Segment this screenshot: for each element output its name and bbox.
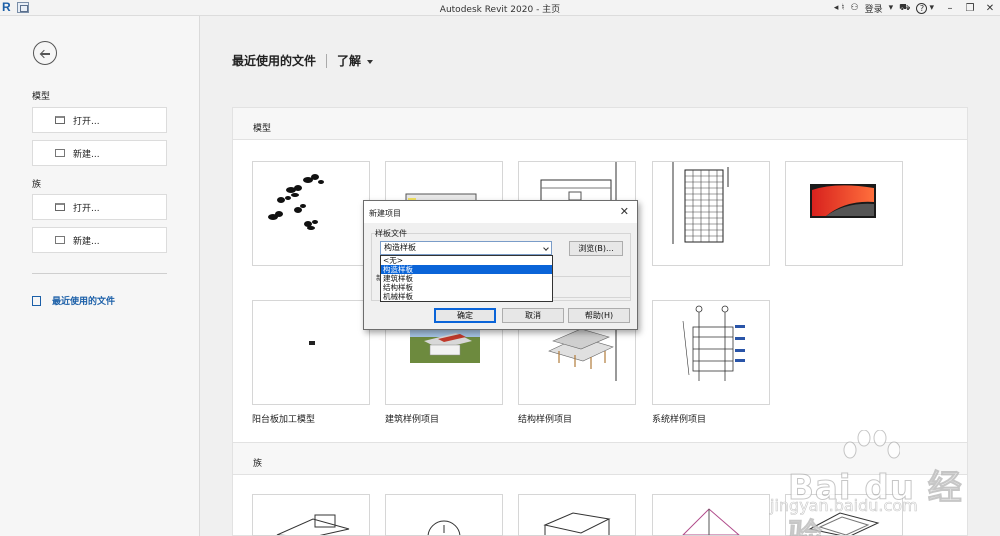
site-furniture-preview <box>268 174 324 230</box>
recent-files-link[interactable]: 最近使用的文件 <box>32 294 115 307</box>
learn-label: 了解 <box>337 54 362 68</box>
template-select-value: 构造样板 <box>384 243 416 252</box>
recent-files-icon <box>32 295 41 306</box>
family-thumbnail[interactable] <box>652 494 770 536</box>
chevron-down-icon[interactable]: ▾ <box>889 3 894 13</box>
new-file-icon <box>55 236 65 244</box>
model-thumbnail[interactable] <box>252 300 370 405</box>
tower-preview <box>672 162 729 244</box>
template-select[interactable]: 构造样板 <box>380 241 552 255</box>
title-bar: R Autodesk Revit 2020 - 主页 ◂ ♮ ⚇ 登录 ▾ ⛟ … <box>0 0 1000 16</box>
help-label: ? <box>916 2 928 14</box>
family-new-button[interactable]: 新建... <box>32 227 167 253</box>
family-open-label: 打开... <box>73 203 100 214</box>
dialog-title-bar: 新建项目 ✕ <box>364 201 637 223</box>
model-open-label: 打开... <box>73 116 100 127</box>
close-icon[interactable]: ✕ <box>620 205 629 218</box>
model-thumbnail[interactable] <box>252 161 370 266</box>
template-option[interactable]: 结构样板 <box>381 283 552 292</box>
recent-files-label: 最近使用的文件 <box>52 297 116 307</box>
new-file-icon <box>55 149 65 157</box>
thumbnail-caption: 阳台板加工模型 <box>252 415 316 425</box>
restore-button[interactable]: ❐ <box>960 3 980 14</box>
help-button[interactable]: 帮助(H) <box>568 308 630 323</box>
help-icon[interactable]: ? ▾ <box>916 2 934 14</box>
family-preview <box>427 520 461 535</box>
tunnel-preview <box>810 184 876 218</box>
sidebar-divider <box>32 273 167 274</box>
learn-menu[interactable]: 了解 <box>337 52 374 69</box>
model-thumbnail[interactable] <box>652 300 770 405</box>
family-preview <box>682 508 740 535</box>
systems-preview <box>682 305 745 381</box>
family-thumbnail[interactable] <box>518 494 636 536</box>
models-section-label: 模型 <box>253 124 272 134</box>
header-divider <box>326 53 328 68</box>
model-thumbnail[interactable] <box>652 161 770 266</box>
sidebar: 模型 打开... 新建... 族 打开... 新建... 最近使用的文件 <box>0 16 200 536</box>
template-option[interactable]: 机械样板 <box>381 292 552 301</box>
folder-open-icon <box>55 116 65 124</box>
model-new-label: 新建... <box>73 149 100 160</box>
template-option[interactable]: <无> <box>381 256 552 265</box>
back-arrow-icon[interactable] <box>33 41 57 65</box>
template-option-selected[interactable]: 构造样板 <box>381 265 552 274</box>
family-preview <box>276 514 350 535</box>
thumbnail-caption: 结构样例项目 <box>518 415 573 425</box>
watermark-url: jingyan.baidu.com <box>770 496 918 516</box>
thumbnail-caption: 建筑样例项目 <box>385 415 440 425</box>
cancel-button[interactable]: 取消 <box>502 308 564 323</box>
balcony-model-preview <box>309 341 315 345</box>
close-button[interactable]: ✕ <box>980 3 1000 14</box>
browse-button[interactable]: 浏览(B)... <box>569 241 623 256</box>
family-new-label: 新建... <box>73 236 100 247</box>
template-dropdown-list: <无> 构造样板 建筑样板 结构样板 机械样板 <box>380 255 553 302</box>
baidu-watermark: Bai du 经验 jingyan.baidu.com <box>770 430 985 536</box>
chevron-down-icon <box>367 59 374 64</box>
thumbnail-caption: 系统样例项目 <box>652 415 707 425</box>
sidebar-heading-model: 模型 <box>32 92 51 102</box>
template-group-label: 样板文件 <box>375 229 407 238</box>
family-thumbnail[interactable] <box>385 494 503 536</box>
model-open-button[interactable]: 打开... <box>32 107 167 133</box>
login-link[interactable]: 登录 <box>865 2 883 15</box>
family-preview <box>543 512 611 535</box>
cart-icon[interactable]: ⛟ <box>899 3 910 14</box>
search-icon[interactable]: ◂ ♮ <box>834 3 845 13</box>
family-thumbnail[interactable] <box>252 494 370 536</box>
main-header: 最近使用的文件 了解 <box>232 52 374 69</box>
title-bar-controls: ◂ ♮ ⚇ 登录 ▾ ⛟ ? ▾ – ❐ ✕ <box>834 0 1000 16</box>
ok-button[interactable]: 确定 <box>434 308 496 323</box>
family-open-button[interactable]: 打开... <box>32 194 167 220</box>
chevron-down-icon <box>543 245 549 251</box>
families-section-label: 族 <box>253 459 263 469</box>
minimize-button[interactable]: – <box>940 3 960 14</box>
models-section-header: 模型 <box>232 107 968 140</box>
template-option[interactable]: 建筑样板 <box>381 274 552 283</box>
sidebar-heading-family: 族 <box>32 180 42 190</box>
folder-open-icon <box>55 203 65 211</box>
model-thumbnail[interactable] <box>785 161 903 266</box>
new-project-dialog: 新建项目 ✕ 样板文件 构造样板 浏览(B)... 新 <无> 构造样板 建筑样… <box>363 200 638 330</box>
page-title: 最近使用的文件 <box>232 54 317 68</box>
dialog-title: 新建项目 <box>369 209 401 218</box>
model-new-button[interactable]: 新建... <box>32 140 167 166</box>
user-icon[interactable]: ⚇ <box>851 3 859 13</box>
